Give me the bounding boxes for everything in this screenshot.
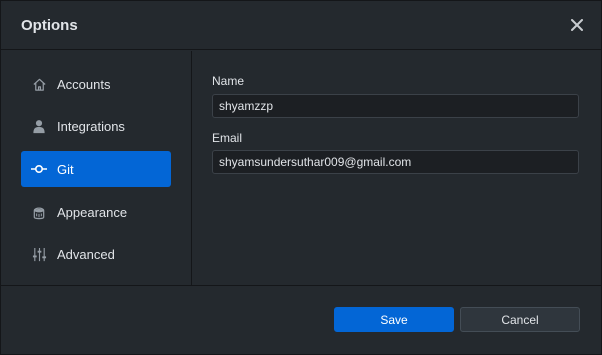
sidebar-item-accounts[interactable]: Accounts: [21, 66, 171, 102]
sidebar-item-label: Git: [57, 161, 74, 177]
save-button[interactable]: Save: [334, 307, 454, 332]
sidebar-item-integrations[interactable]: Integrations: [21, 108, 171, 144]
paintcan-icon: [31, 204, 47, 220]
email-label: Email: [212, 131, 243, 145]
home-icon: [31, 76, 47, 92]
sidebar-item-advanced[interactable]: Advanced: [21, 236, 171, 272]
name-label: Name: [212, 74, 245, 88]
sidebar-item-git[interactable]: Git: [21, 151, 171, 187]
sidebar-item-appearance[interactable]: Appearance: [21, 194, 171, 230]
cancel-button[interactable]: Cancel: [460, 307, 580, 332]
person-icon: [31, 118, 47, 134]
close-icon[interactable]: [567, 15, 587, 35]
settings-sliders-icon: [31, 246, 47, 262]
dialog-header: Options: [1, 1, 601, 50]
sidebar-item-label: Integrations: [57, 118, 125, 134]
dialog-title: Options: [21, 16, 78, 34]
name-input[interactable]: [212, 94, 579, 118]
options-dialog: Options Accounts Integrations Git Appear…: [0, 0, 602, 355]
dialog-footer: Save Cancel: [1, 285, 601, 354]
email-input[interactable]: [212, 150, 579, 174]
sidebar-item-label: Accounts: [57, 76, 111, 92]
git-commit-icon: [31, 161, 47, 177]
sidebar-item-label: Appearance: [57, 204, 128, 220]
options-sidebar: Accounts Integrations Git Appearance Adv…: [1, 51, 192, 285]
sidebar-item-label: Advanced: [57, 246, 115, 262]
